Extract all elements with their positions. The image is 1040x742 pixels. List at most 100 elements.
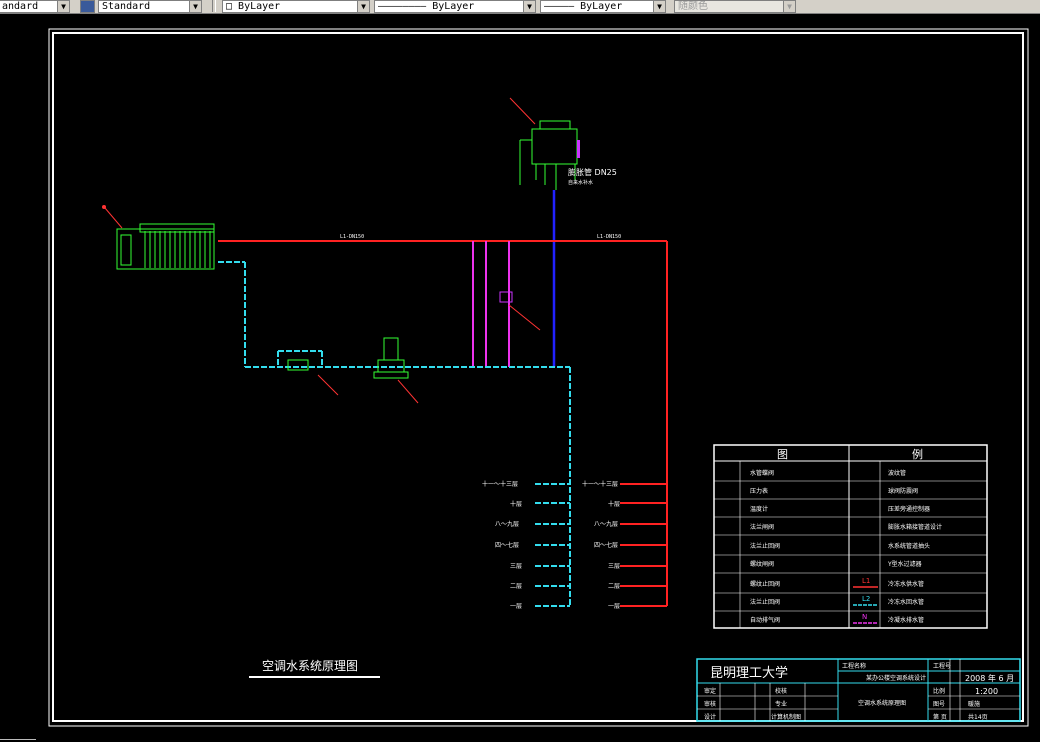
extra-label: 第 页	[933, 713, 947, 721]
legend-item: 法兰止回阀	[750, 598, 780, 606]
legend-code: N	[862, 613, 867, 621]
legend-item: Y型水过滤器	[887, 560, 922, 568]
legend-code: L2	[862, 595, 870, 603]
legend-item: 法兰止回阀	[750, 542, 780, 550]
chevron-down-icon: ▼	[523, 1, 535, 12]
floor-label: 一层	[510, 603, 522, 610]
pipe-label: L1-DN150	[340, 234, 364, 240]
linetype-value: ByLayer	[432, 1, 475, 12]
legend-header-right: 例	[912, 447, 923, 461]
drawing-name: 空调水系统原理图	[858, 699, 906, 707]
chevron-down-icon: ▼	[653, 1, 665, 12]
job-number-label: 工程号	[933, 662, 951, 670]
toolbar-separator	[212, 0, 216, 12]
leader-line	[397, 379, 419, 404]
floor-label: 四～七层	[495, 541, 519, 549]
legend-item: 球阀防震阀	[888, 487, 918, 495]
lineweight-sample: —————	[544, 1, 581, 12]
floor-label: 四～七层	[594, 541, 618, 549]
legend-item: 压力表	[750, 487, 768, 495]
dim-style-value: Standard	[102, 1, 151, 12]
chevron-down-icon: ▼	[189, 1, 201, 12]
date-value: 2008 年 6 月	[965, 673, 1014, 683]
floor-label: 十一～十三层	[482, 480, 518, 488]
legend-item: 螺纹止回阀	[750, 580, 780, 588]
legend-item: 螺纹闸阀	[750, 560, 774, 568]
floor-label: 二层	[608, 583, 620, 590]
color-swatch: □	[226, 1, 239, 12]
role-label: 审核	[704, 700, 716, 708]
text-style-value: andard	[2, 1, 39, 12]
expansion-level-gauge	[577, 140, 580, 158]
differential-pressure-controller	[499, 291, 513, 303]
role-label: 校核	[775, 687, 787, 695]
floor-label: 八～九层	[495, 520, 519, 528]
extra-label: 比例	[933, 687, 945, 695]
legend-item: 水系统管道抽头	[888, 542, 930, 550]
sheet-total: 共14页	[968, 713, 988, 721]
bypass-pipes	[472, 241, 510, 367]
leader-line	[104, 207, 123, 229]
plot-style-dropdown[interactable]: 随颜色 ▼	[674, 0, 796, 13]
legend-item: 自动排气阀	[750, 616, 780, 624]
lineweight-dropdown[interactable]: ————— ByLayer ▼	[540, 0, 666, 13]
role-label: 专业	[775, 700, 787, 708]
role-label: 设计	[704, 713, 716, 721]
legend-item: 温度计	[750, 505, 768, 513]
title-block: 昆明理工大学 审定 审核 设计 校核 专业 计算机制图 工程名称 某办公楼空调系…	[696, 658, 1021, 722]
floor-label: 八～九层	[594, 520, 618, 528]
return-pipe-l2	[218, 261, 571, 607]
chiller-unit	[116, 223, 215, 270]
project-name: 某办公楼空调系统设计	[866, 674, 926, 682]
project-label: 工程名称	[842, 662, 866, 670]
leader-line	[508, 304, 541, 331]
plot-style-value: 随颜色	[678, 1, 708, 12]
outer-frame	[48, 28, 1029, 727]
legend-item: 膨胀水箱接管道设计	[888, 523, 942, 531]
scrollbar-edge	[0, 739, 36, 740]
chevron-down-icon: ▼	[57, 1, 69, 12]
y-filter	[287, 359, 309, 371]
drawing-title: 空调水系统原理图	[262, 659, 358, 673]
floor-label: 一层	[608, 603, 620, 610]
color-dropdown[interactable]: □ ByLayer ▼	[222, 0, 370, 13]
pipe-label: L1-DN150	[597, 234, 621, 240]
chevron-down-icon: ▼	[357, 1, 369, 12]
floor-label: 十一～十三层	[582, 480, 618, 488]
linetype-dropdown[interactable]: ———————— ByLayer ▼	[374, 0, 536, 13]
legend-item: 水管蝶阀	[750, 469, 774, 477]
floor-label: 十层	[510, 500, 522, 508]
dim-style-icon[interactable]	[80, 0, 95, 13]
legend-item: 冷冻水回水管	[888, 598, 924, 606]
school-name: 昆明理工大学	[710, 665, 788, 681]
legend-item: 冷冻水供水管	[888, 580, 924, 588]
drawing-canvas[interactable]: 膨胀管 DN25 自来水补水 L1-DN150 L1-DN150 十一～十三层 …	[0, 14, 1040, 742]
floor-label: 二层	[510, 583, 522, 590]
lineweight-value: ByLayer	[580, 1, 623, 12]
legend-table: 图 例 水管蝶阀 压力表 温度计 法兰闸阀 法兰止回阀 螺纹闸阀 螺纹止回阀 法…	[713, 444, 988, 629]
legend-item: 波纹管	[888, 469, 906, 477]
legend-item: 法兰闸阀	[750, 523, 774, 531]
leader-line	[509, 97, 536, 125]
toolbar: andard ▼ Standard ▼ □ ByLayer ▼ ———————— By…	[0, 0, 1040, 14]
legend-item: 压差旁通控制器	[888, 505, 930, 513]
circulation-pump	[373, 337, 409, 379]
supply-pipe-l1	[218, 240, 668, 607]
text-style-dropdown[interactable]: andard ▼	[0, 0, 70, 13]
role-label: 审定	[704, 687, 716, 695]
floor-label: 三层	[608, 563, 620, 570]
legend-header-left: 图	[777, 448, 788, 461]
linetype-sample: ————————	[378, 1, 433, 12]
balloon-marker	[102, 205, 106, 209]
legend-item: 冷凝水排水管	[888, 616, 924, 624]
floor-label: 三层	[510, 563, 522, 570]
floor-label: 十层	[608, 500, 620, 508]
expansion-label: 膨胀管 DN25	[568, 167, 617, 177]
inner-frame	[52, 32, 1024, 722]
leader-line	[317, 374, 339, 396]
dim-style-dropdown[interactable]: Standard ▼	[98, 0, 202, 13]
role-label: 计算机制图	[771, 713, 801, 721]
chevron-down-icon: ▼	[783, 1, 795, 12]
color-value: ByLayer	[238, 1, 281, 12]
extra-label: 图号	[933, 701, 945, 708]
